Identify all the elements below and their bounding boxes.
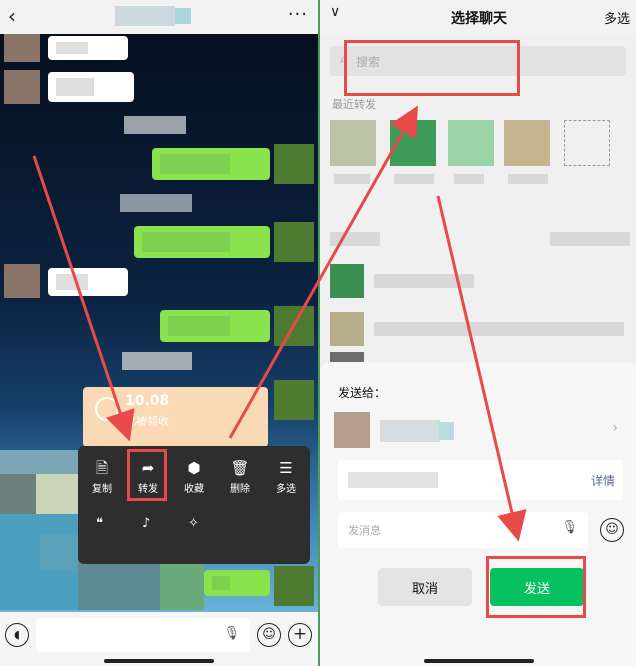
detail-link[interactable]: 详情 [591,472,615,489]
contact-name-blurred [394,174,434,184]
menu-copy[interactable]: 🗎 复制 [82,458,122,495]
plus-icon[interactable]: + [288,623,312,647]
favorite-icon: ⬢ [187,459,201,477]
chat-screen: ‹ ··· 10.08 已被领收 🗎 复制 ➦ 转发 ⬢ 收藏 🗑 删除 ☰ 多… [0,0,318,666]
avatar[interactable] [274,144,314,184]
blurred-region [0,474,36,514]
menu-delete[interactable]: 🗑 删除 [220,458,260,495]
time-stamp-blurred [124,116,186,134]
delete-icon: 🗑 [230,459,250,477]
time-stamp-blurred [122,352,192,370]
message-preview: 详情 [338,460,623,500]
chevron-right-icon[interactable]: › [612,420,618,436]
transfer-icon [95,397,119,421]
sent-message-bubble[interactable] [204,570,270,596]
recent-contact[interactable] [504,120,550,166]
quote-icon[interactable]: ❝ [96,516,103,531]
voice-input-icon[interactable]: ◖ [5,623,29,647]
send-confirm-sheet: 发送给： › 详情 发消息 🎙 ☺ 取消 发送 [320,362,636,666]
avatar[interactable] [4,70,40,104]
avatar[interactable] [4,264,40,298]
home-indicator [424,659,534,663]
chat-title-blurred-end [175,8,191,24]
avatar[interactable] [274,222,314,262]
sent-message-bubble[interactable] [152,148,270,180]
contact-name-blurred [508,174,548,184]
avatar[interactable] [274,380,314,420]
received-message-bubble[interactable] [48,72,134,102]
emoji-icon[interactable]: ☺ [600,518,624,542]
red-packet-card[interactable]: 10.08 已被领收 [83,387,268,447]
contact-name-blurred [454,174,484,184]
select-chat-screen: ∨ 选择聊天 多选 ⌕ 搜索 最近转发 发送给： › 详情 发消息 🎙 ☺ 取消… [318,0,636,666]
forward-highlight-box [127,449,167,501]
input-bar: ◖ 🎙 ☺ + [0,612,318,666]
copy-icon: 🗎 [95,459,109,477]
menu-item-label: 收藏 [184,484,204,495]
emoji-icon[interactable]: ☺ [257,623,281,647]
chat-row-avatar[interactable] [330,312,364,346]
recipient-name-blurred-end [438,422,454,440]
multi-select-button[interactable]: 多选 [604,8,630,27]
microphone-icon[interactable]: 🎙 [561,520,578,535]
chat-row-name-blurred[interactable] [374,274,474,288]
chat-header: ‹ ··· [0,0,318,34]
chat-row-name-blurred[interactable] [374,322,624,336]
microphone-icon[interactable]: 🎙 [223,626,240,641]
search-highlight-box [344,40,520,96]
send-to-label: 发送给： [338,386,387,400]
leave-message-input[interactable]: 发消息 🎙 [338,512,588,548]
page-title: 选择聊天 [451,11,507,27]
message-placeholder: 发消息 [348,524,381,537]
multiselect-icon: ☰ [279,459,293,477]
avatar[interactable] [274,306,314,346]
remind-icon[interactable]: ♪ [142,516,150,531]
received-message-bubble[interactable] [48,268,128,296]
select-chat-header: ∨ 选择聊天 多选 [320,0,636,34]
menu-item-label: 多选 [276,484,296,495]
recipient-name-blurred [380,420,440,442]
send-highlight-box [486,556,586,618]
avatar[interactable] [4,34,40,62]
menu-multiselect[interactable]: ☰ 多选 [266,458,306,495]
more-recent-placeholder[interactable] [564,120,610,166]
message-context-menu: 🗎 复制 ➦ 转发 ⬢ 收藏 🗑 删除 ☰ 多选 ❝ ♪ ✧ [78,446,310,564]
section-header-blurred [330,232,380,246]
cancel-button[interactable]: 取消 [378,568,472,606]
contact-name-blurred [334,174,370,184]
chat-row-avatar[interactable] [330,264,364,298]
back-icon[interactable]: ‹ [8,4,16,28]
message-input[interactable]: 🎙 [36,618,250,652]
recent-contact[interactable] [390,120,436,166]
recipient-avatar [334,412,370,448]
time-stamp-blurred [120,194,192,212]
chat-row-avatar[interactable] [330,352,364,362]
search-icon[interactable]: ✧ [188,516,199,531]
home-indicator [104,659,214,663]
menu-item-label: 复制 [92,484,112,495]
menu-favorite[interactable]: ⬢ 收藏 [174,458,214,495]
received-message-bubble[interactable] [48,36,128,60]
sent-message-bubble[interactable] [134,226,270,258]
sent-message-bubble[interactable] [160,310,270,342]
recent-forward-label: 最近转发 [332,98,376,111]
transfer-status: 已被领收 [125,415,169,428]
chat-title-blurred [115,6,175,26]
recent-contact[interactable] [448,120,494,166]
recent-contact[interactable] [330,120,376,166]
avatar[interactable] [274,566,314,606]
menu-item-label: 删除 [230,484,250,495]
section-header-blurred [550,232,630,246]
blurred-region [36,474,78,514]
transfer-amount: 10.08 [125,393,170,409]
preview-content-blurred [348,472,438,488]
more-options-icon[interactable]: ··· [288,4,308,25]
